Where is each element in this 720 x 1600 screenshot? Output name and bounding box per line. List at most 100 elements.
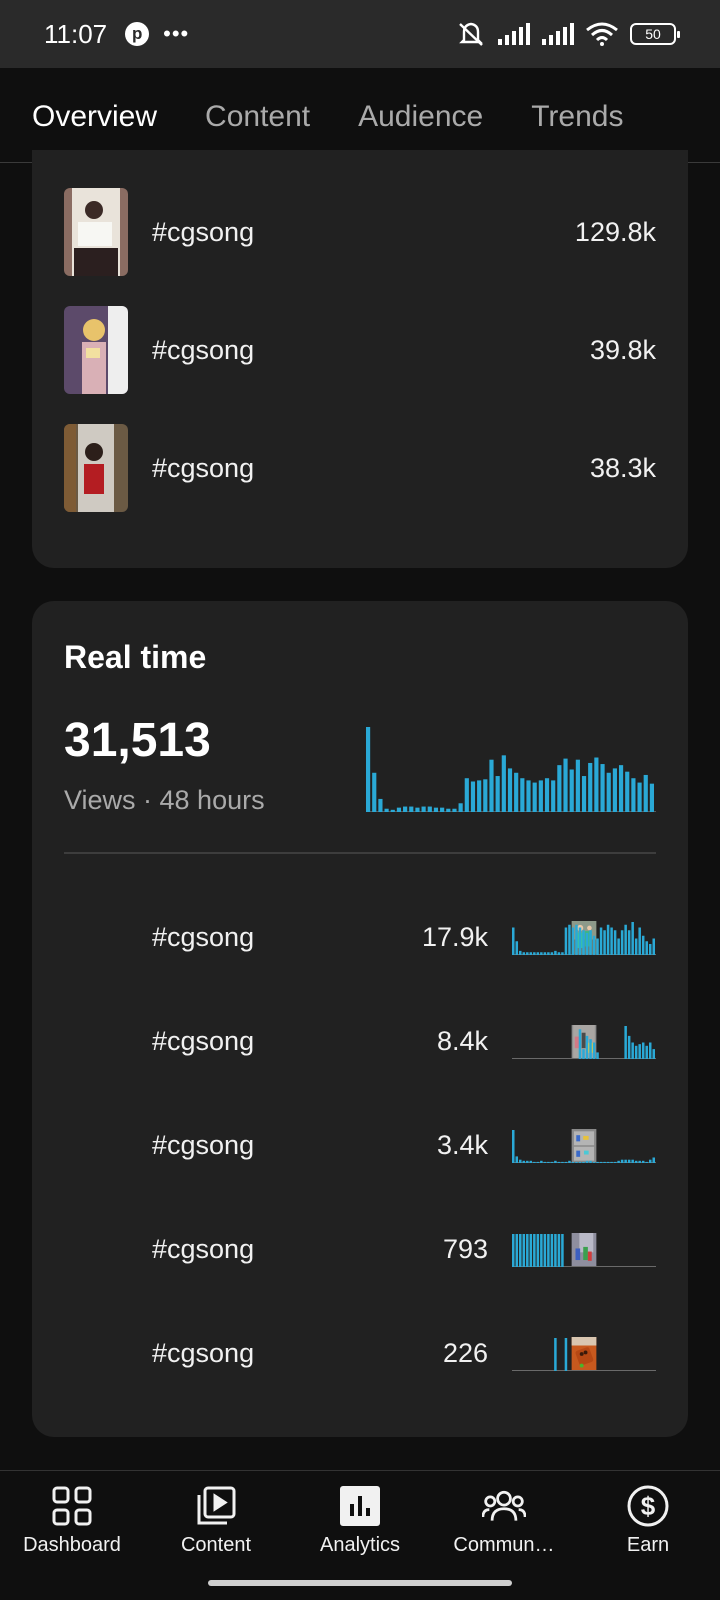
video-thumbnail — [64, 306, 128, 394]
video-title: #cgsong — [152, 921, 255, 952]
chart-bar — [550, 952, 554, 955]
chart-bar — [564, 927, 568, 955]
chart-bar — [561, 952, 564, 955]
chart-bar — [643, 774, 648, 812]
chart-bar — [538, 780, 543, 812]
chart-bar — [625, 771, 630, 812]
chart-bar — [578, 927, 582, 955]
chart-bar — [483, 779, 488, 812]
video-views: 38.3k — [589, 452, 656, 483]
video-title: #cgsong — [152, 1129, 255, 1160]
chart-bar — [634, 1160, 638, 1163]
top-content-row[interactable]: #cgsong 129.8k — [64, 188, 656, 276]
home-indicator[interactable] — [208, 1580, 512, 1586]
chart-bar — [578, 1029, 582, 1059]
chart-bar — [512, 927, 515, 955]
nav-earn[interactable]: $ Earn — [576, 1471, 720, 1570]
video-thumbnail — [64, 1101, 597, 1189]
video-thumbnail — [64, 1309, 597, 1397]
chart-bar — [458, 803, 463, 812]
video-title: #cgsong — [152, 1025, 255, 1056]
realtime-heading: Real time — [64, 639, 207, 675]
chart-bar — [390, 809, 395, 812]
chart-bar — [652, 1049, 655, 1059]
chart-bar — [613, 930, 617, 955]
nav-dashboard[interactable]: Dashboard — [0, 1471, 144, 1570]
tab-audience[interactable]: Audience — [358, 68, 483, 162]
chart-bar — [547, 952, 550, 955]
chart-bar — [543, 1161, 547, 1163]
chart-bar — [568, 1160, 571, 1163]
video-realtime-views: 793 — [442, 1233, 488, 1264]
video-title: #cgsong — [152, 1233, 255, 1264]
tab-content[interactable]: Content — [205, 68, 310, 162]
top-content-row[interactable]: #cgsong 39.8k — [64, 306, 656, 394]
top-content-row[interactable]: #cgsong 38.3k — [64, 424, 656, 512]
chart-bar — [631, 778, 636, 812]
realtime-video-row[interactable]: #cgsong 793 — [64, 1205, 656, 1293]
chart-bar — [613, 1161, 617, 1163]
video-title: #cgsong — [152, 1337, 255, 1368]
status-bar: 11:07 p ••• 50 — [0, 0, 720, 68]
realtime-subtitle: Views · 48 hours — [64, 785, 265, 815]
chart-bar — [648, 1159, 652, 1163]
top-content-card: #cgsong 129.8k #cgsong 39.8k #cgsong 38.… — [32, 150, 688, 568]
chart-bar — [589, 1160, 592, 1163]
realtime-video-row[interactable]: #cgsong 17.9k — [64, 893, 656, 981]
chart-bar — [638, 1044, 641, 1059]
chart-bar — [571, 927, 575, 955]
chart-bar — [526, 780, 531, 812]
mute-icon — [459, 22, 483, 46]
chart-bar — [544, 778, 550, 812]
chart-bar — [515, 941, 519, 955]
nav-analytics[interactable]: Analytics — [288, 1471, 432, 1570]
chart-bar — [631, 1159, 634, 1163]
nav-content[interactable]: Content — [144, 1471, 288, 1570]
chart-bar — [396, 807, 402, 812]
chart-bar — [554, 1160, 557, 1163]
chart-bar — [620, 930, 624, 955]
tab-overview[interactable]: Overview — [32, 68, 158, 162]
chart-bar — [427, 806, 432, 812]
chart-bar — [529, 1234, 533, 1267]
chart-bar — [543, 1234, 547, 1267]
chart-bar — [554, 1338, 557, 1371]
realtime-video-row[interactable]: #cgsong 3.4k — [64, 1101, 656, 1189]
earn-icon: $ — [626, 1484, 670, 1528]
chart-bar — [638, 927, 641, 955]
chart-bar — [520, 778, 525, 812]
nav-community[interactable]: Commun… — [432, 1471, 576, 1570]
realtime-total-views: 31,513 — [64, 714, 211, 767]
chart-bar — [592, 935, 596, 955]
realtime-video-row[interactable]: #cgsong 8.4k — [64, 997, 656, 1085]
realtime-video-row[interactable]: #cgsong 226 — [64, 1309, 656, 1397]
chart-bar — [526, 952, 529, 955]
chart-bar — [433, 807, 439, 812]
analytics-tab-bar: Overview Content Audience Trends — [0, 68, 720, 163]
chart-bar — [599, 1161, 603, 1163]
chart-bar — [645, 1045, 648, 1059]
chart-bar — [585, 933, 589, 955]
content-icon — [194, 1484, 238, 1528]
chart-bar — [606, 1161, 610, 1163]
chart-bar — [568, 924, 571, 955]
chart-bar — [540, 952, 543, 955]
chart-bar — [403, 806, 408, 812]
chart-bar — [529, 1160, 533, 1163]
chart-bar — [554, 950, 557, 955]
tab-trends[interactable]: Trends — [531, 68, 623, 162]
chart-bar — [603, 1161, 606, 1163]
chart-bar — [592, 1161, 596, 1163]
chart-bar — [452, 808, 457, 812]
video-views: 39.8k — [589, 334, 656, 365]
nav-label: Earn — [626, 1534, 670, 1556]
chart-bar — [582, 1049, 585, 1059]
chart-bar — [526, 1234, 529, 1267]
video-realtime-views: 226 — [442, 1337, 488, 1368]
chart-bar — [495, 776, 500, 812]
chart-bar — [540, 1160, 543, 1163]
video-title: #cgsong — [152, 216, 255, 247]
chart-bar — [624, 924, 627, 955]
chart-bar — [519, 950, 522, 955]
svg-text:$: $ — [641, 1491, 656, 1521]
